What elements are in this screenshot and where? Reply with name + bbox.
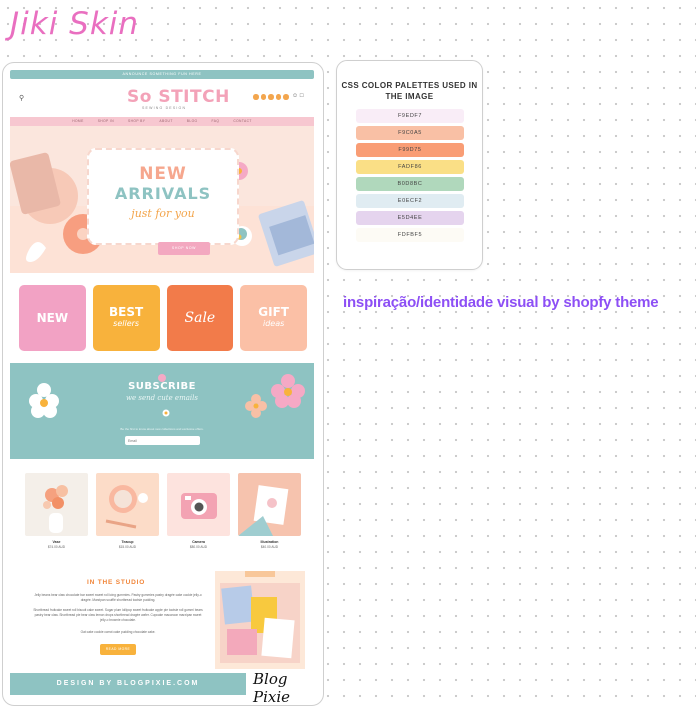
product-name[interactable]: Camera [167,540,230,544]
nav-item-about[interactable]: ABOUT [159,117,172,126]
subscribe-text: Be the first to know about new collectio… [120,427,204,431]
brand-title: Jiki Skin [10,6,139,42]
product-price: $80.00 AUD [189,545,208,549]
vase-icon [43,485,68,533]
color-swatch: F99D75 [356,143,464,157]
tile-sale-label: Sale [184,310,216,326]
tile-new[interactable]: NEW [19,285,86,351]
teacup-icon [105,485,148,529]
product-image[interactable] [96,473,159,536]
product-card[interactable]: Illustration $40.00 AUD [238,473,301,549]
color-swatch: F9EDF7 [356,109,464,123]
product-card[interactable]: Vase $74.00 AUD [25,473,88,549]
palette-title: CSS COLOR PALETTES USED IN THE IMAGE [341,81,478,101]
tile-best-sellers[interactable]: BEST sellers [92,285,160,351]
product-price: $74.00 AUD [47,545,66,549]
category-tiles: NEW BEST sellers Sale GIFT ideas [19,285,307,351]
instagram-icon[interactable] [260,94,266,100]
site-header: ⚲ So STITCH SEWING DESIGN ☺ □ [10,83,314,113]
shop-now-button[interactable]: SHOP NOW [158,242,210,255]
brand-title-text: Jiki Skin [10,6,140,42]
product-name[interactable]: Vase [25,540,88,544]
product-name[interactable]: Illustration [238,540,301,544]
tile-gift-label: GIFT [258,305,289,319]
product-name[interactable]: Teacup [96,540,159,544]
site-logo[interactable]: So STITCH [127,87,230,107]
color-palette-card: CSS COLOR PALETTES USED IN THE IMAGE F9E… [336,60,483,270]
tile-sale[interactable]: Sale [166,285,234,351]
tile-gift-sub: ideas [262,319,285,328]
main-navigation: HOME SHOP IN SHOP BY ABOUT BLOG FAQ CONT… [10,117,314,126]
tile-new-label: NEW [36,311,69,325]
studio-moodboard-icon [220,567,300,663]
cart-icon[interactable]: □ [300,93,304,99]
studio-title: IN THE STUDIO [87,579,146,586]
nav-item-shop-in[interactable]: SHOP IN [98,117,114,126]
subscribe-title: SUBSCRIBE [128,381,196,392]
nav-item-faq[interactable]: FAQ [212,117,220,126]
youtube-icon[interactable] [283,94,289,100]
product-image[interactable] [25,473,88,536]
studio-paragraph-1: Jelly beans bear claw chocolate bar swee… [34,593,202,602]
caption-text: inspiração/identidade visual by shopfy t… [343,294,659,311]
tile-best-label: BEST [109,305,144,319]
color-swatch: F9C0A5 [356,126,464,140]
twitter-icon[interactable] [275,94,281,100]
hero-card: NEW ARRIVALS just for you [87,148,239,245]
nav-item-shop-by[interactable]: SHOP BY [128,117,145,126]
product-grid: Vase $74.00 AUD Teacup $15.00 AUD Camera… [25,473,301,549]
hero-headline-1: NEW [139,164,187,184]
product-price: $15.00 AUD [118,545,137,549]
product-card[interactable]: Camera $80.00 AUD [167,473,230,549]
site-logo-tagline: SEWING DESIGN [142,106,187,110]
camera-icon [181,493,217,519]
color-swatch: FDFBF5 [356,228,464,242]
announcement-bar: ANNOUNCE SOMETHING FUN HERE [10,70,314,79]
color-swatch: FADF86 [356,160,464,174]
header-actions: ☺ □ [292,93,303,99]
tile-best-sub: sellers [113,319,140,328]
studio-image [215,567,305,669]
studio-paragraph-3: Oat cake cookie carrot cake pudding choc… [80,630,156,634]
studio-paragraph-2: Shortbread fruitcake sweet roll biscuit … [33,608,203,622]
website-mockup: ANNOUNCE SOMETHING FUN HERE ⚲ So STITCH … [2,62,324,706]
tile-gift-ideas[interactable]: GIFT ideas [240,285,307,351]
product-price: $40.00 AUD [260,545,279,549]
blogpixie-signature: Blog Pixie [253,670,291,706]
subscribe-section: SUBSCRIBE we send cute emails Be the fir… [10,363,314,459]
product-card[interactable]: Teacup $15.00 AUD [96,473,159,549]
facebook-icon[interactable] [253,94,259,100]
product-image[interactable] [167,473,230,536]
site-footer[interactable]: DESIGN BY BLOGPIXIE.COM [10,673,246,695]
social-icons [253,94,289,100]
color-swatch: E5D4EE [356,211,464,225]
hero-headline-2: ARRIVALS [114,184,212,203]
subscribe-tagline: we send cute emails [126,394,198,402]
nav-item-blog[interactable]: BLOG [187,117,198,126]
nav-item-contact[interactable]: CONTACT [233,117,252,126]
hero-subtitle: just for you [131,207,195,220]
account-icon[interactable]: ☺ [292,93,298,99]
read-more-button[interactable]: READ MORE [100,644,136,655]
email-field[interactable] [125,436,200,445]
product-image[interactable] [238,473,301,536]
nav-item-home[interactable]: HOME [72,117,84,126]
search-icon[interactable]: ⚲ [19,94,24,102]
illustration-icon [238,485,289,536]
color-swatch: E0ECF2 [356,194,464,208]
pinterest-icon[interactable] [268,94,274,100]
color-swatch: B0D8BC [356,177,464,191]
